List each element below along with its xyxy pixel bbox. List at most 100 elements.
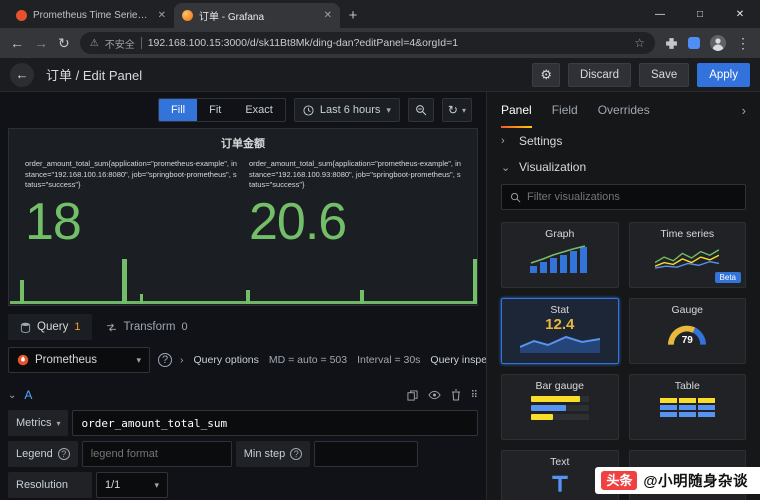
time-range-picker[interactable]: Last 6 hours ▾: [293, 98, 400, 122]
watermark: 头条 @小明随身杂谈: [595, 467, 760, 494]
browser-toolbar: ← → ↻ ⚠ 不安全 192.168.100.15:3000/d/sk11Bt…: [0, 28, 760, 58]
back-to-dashboard-button[interactable]: ←: [10, 62, 34, 87]
close-window-button[interactable]: ✕: [720, 0, 760, 28]
tab-transform[interactable]: Transform 0: [94, 314, 199, 340]
query-options-toggle[interactable]: Query options: [194, 354, 259, 366]
tab-query-label: Query: [37, 321, 69, 333]
legend-format-input[interactable]: [81, 441, 232, 467]
visualization-section-toggle[interactable]: ⌄ Visualization: [487, 154, 760, 180]
viz-name: Gauge: [671, 304, 704, 316]
viz-name: Graph: [545, 228, 575, 240]
refresh-icon: ↻: [447, 103, 458, 117]
url-text[interactable]: 192.168.100.15:3000/d/sk11Bt8Mk/ding-dan…: [148, 37, 629, 49]
back-icon[interactable]: ←: [10, 36, 24, 50]
delete-query-trash-icon[interactable]: [451, 389, 461, 401]
pinned-extension-icon[interactable]: [688, 37, 700, 49]
profile-avatar[interactable]: [710, 35, 726, 51]
fill-mode-button[interactable]: Fill: [159, 99, 198, 121]
query-options-cluster: › Query options MD = auto = 503 Interval…: [180, 354, 486, 366]
query-ref-id[interactable]: A: [24, 388, 32, 402]
address-bar[interactable]: ⚠ 不安全 192.168.100.15:3000/d/sk11Bt8Mk/di…: [79, 32, 655, 54]
security-label[interactable]: 不安全: [105, 36, 135, 51]
viz-card-table[interactable]: Table: [628, 374, 746, 440]
browser-menu-icon[interactable]: ⋮: [736, 36, 750, 50]
text-preview-icon: [552, 475, 568, 492]
datasource-name: Prometheus: [35, 354, 98, 366]
drag-handle-icon[interactable]: ⠿: [471, 390, 478, 401]
browser-tab-grafana[interactable]: 订单 - Grafana ✕: [174, 3, 340, 28]
promql-expression-input[interactable]: [72, 410, 478, 436]
legend-help-icon[interactable]: ?: [57, 448, 70, 460]
viz-card-bar-gauge[interactable]: Bar gauge: [501, 374, 619, 440]
filter-visualizations-input[interactable]: [527, 191, 737, 203]
header-actions: ⚙ Discard Save Apply: [532, 62, 750, 87]
bookmark-star-icon[interactable]: ☆: [634, 36, 645, 50]
min-step-help-icon[interactable]: ?: [290, 448, 303, 460]
datasource-select[interactable]: Prometheus ▾: [8, 347, 150, 373]
tab-close-icon[interactable]: ✕: [324, 10, 332, 21]
query-count-badge: 1: [74, 321, 81, 333]
metrics-label: Metrics: [16, 417, 52, 429]
not-secure-warning-icon: ⚠: [89, 37, 99, 49]
tab-overrides[interactable]: Overrides: [598, 92, 650, 128]
fit-mode-button[interactable]: Fit: [197, 99, 233, 121]
forward-icon[interactable]: →: [34, 36, 48, 50]
refresh-caret-icon[interactable]: ▾: [462, 106, 466, 115]
min-step-input[interactable]: [314, 441, 419, 467]
disable-query-eye-icon[interactable]: [428, 390, 441, 400]
tab-close-icon[interactable]: ✕: [158, 10, 166, 21]
metrics-row: Metrics ▾: [8, 410, 478, 436]
viz-card-stat[interactable]: Stat 12.4: [501, 298, 619, 364]
chevron-down-icon: ⌄: [501, 161, 511, 174]
browser-tab-prometheus[interactable]: Prometheus Time Series Colle ✕: [8, 3, 174, 28]
resolution-select[interactable]: 1/1 ▾: [96, 472, 168, 498]
reload-icon[interactable]: ↻: [58, 36, 70, 50]
query-editor: ⌄ A ⠿ Metrics ▾ Legend ?: [0, 380, 486, 500]
settings-section-toggle[interactable]: › Settings: [487, 128, 760, 154]
chevron-right-icon: ›: [501, 135, 505, 147]
tab-title: 订单 - Grafana: [199, 12, 265, 23]
metrics-dropdown[interactable]: Metrics ▾: [8, 410, 69, 436]
tab-query[interactable]: Query 1: [8, 314, 93, 340]
metric-value: 20.6: [249, 192, 347, 251]
collapse-chevron-icon[interactable]: ⌄: [8, 390, 16, 401]
table-preview-icon: [659, 397, 715, 417]
viz-name: Time series: [660, 228, 715, 240]
sparkline-chart: [10, 259, 477, 304]
interval-summary: Interval = 30s: [357, 354, 421, 366]
viz-card-graph[interactable]: Graph: [501, 222, 619, 288]
viz-name: Bar gauge: [535, 380, 584, 392]
stat-values: order_amount_total_sum{application="prom…: [19, 159, 467, 249]
chevron-right-icon: ›: [180, 354, 184, 366]
viz-card-time-series[interactable]: Time series Beta: [628, 222, 746, 288]
discard-button[interactable]: Discard: [568, 62, 631, 87]
visualization-filter[interactable]: [501, 184, 746, 210]
tabs-scroll-chevron-icon[interactable]: ›: [742, 103, 746, 118]
grafana-favicon-icon: [182, 10, 193, 21]
tab-field[interactable]: Field: [552, 92, 578, 128]
viz-name: Table: [674, 380, 700, 392]
min-step-label-text: Min step: [243, 448, 286, 460]
query-inspector-button[interactable]: Query inspect: [430, 354, 486, 366]
zoom-out-button[interactable]: [407, 98, 434, 122]
extensions-puzzle-icon[interactable]: [665, 37, 678, 50]
graph-preview-icon: [529, 244, 587, 273]
gauge-preview: 79: [664, 317, 710, 347]
stat-preview-sparkline: [519, 336, 600, 354]
save-button[interactable]: Save: [639, 62, 690, 87]
datasource-help-icon[interactable]: ?: [158, 353, 172, 367]
duplicate-query-icon[interactable]: [407, 389, 418, 401]
maximize-button[interactable]: □: [680, 0, 720, 28]
exact-mode-button[interactable]: Exact: [233, 99, 285, 121]
tab-panel[interactable]: Panel: [501, 92, 532, 128]
apply-button[interactable]: Apply: [697, 62, 750, 87]
tab-title: Prometheus Time Series Colle: [33, 10, 152, 21]
new-tab-button[interactable]: +: [340, 3, 366, 28]
viz-card-gauge[interactable]: Gauge 79: [628, 298, 746, 364]
chevron-down-icon: ▾: [56, 418, 61, 428]
panel-title: 订单金额: [221, 138, 265, 150]
refresh-button[interactable]: ↻ ▾: [441, 98, 472, 122]
stat-panel-preview: 订单金额 order_amount_total_sum{application=…: [8, 128, 478, 306]
panel-settings-gear-button[interactable]: ⚙: [532, 62, 561, 87]
minimize-button[interactable]: —: [640, 0, 680, 28]
